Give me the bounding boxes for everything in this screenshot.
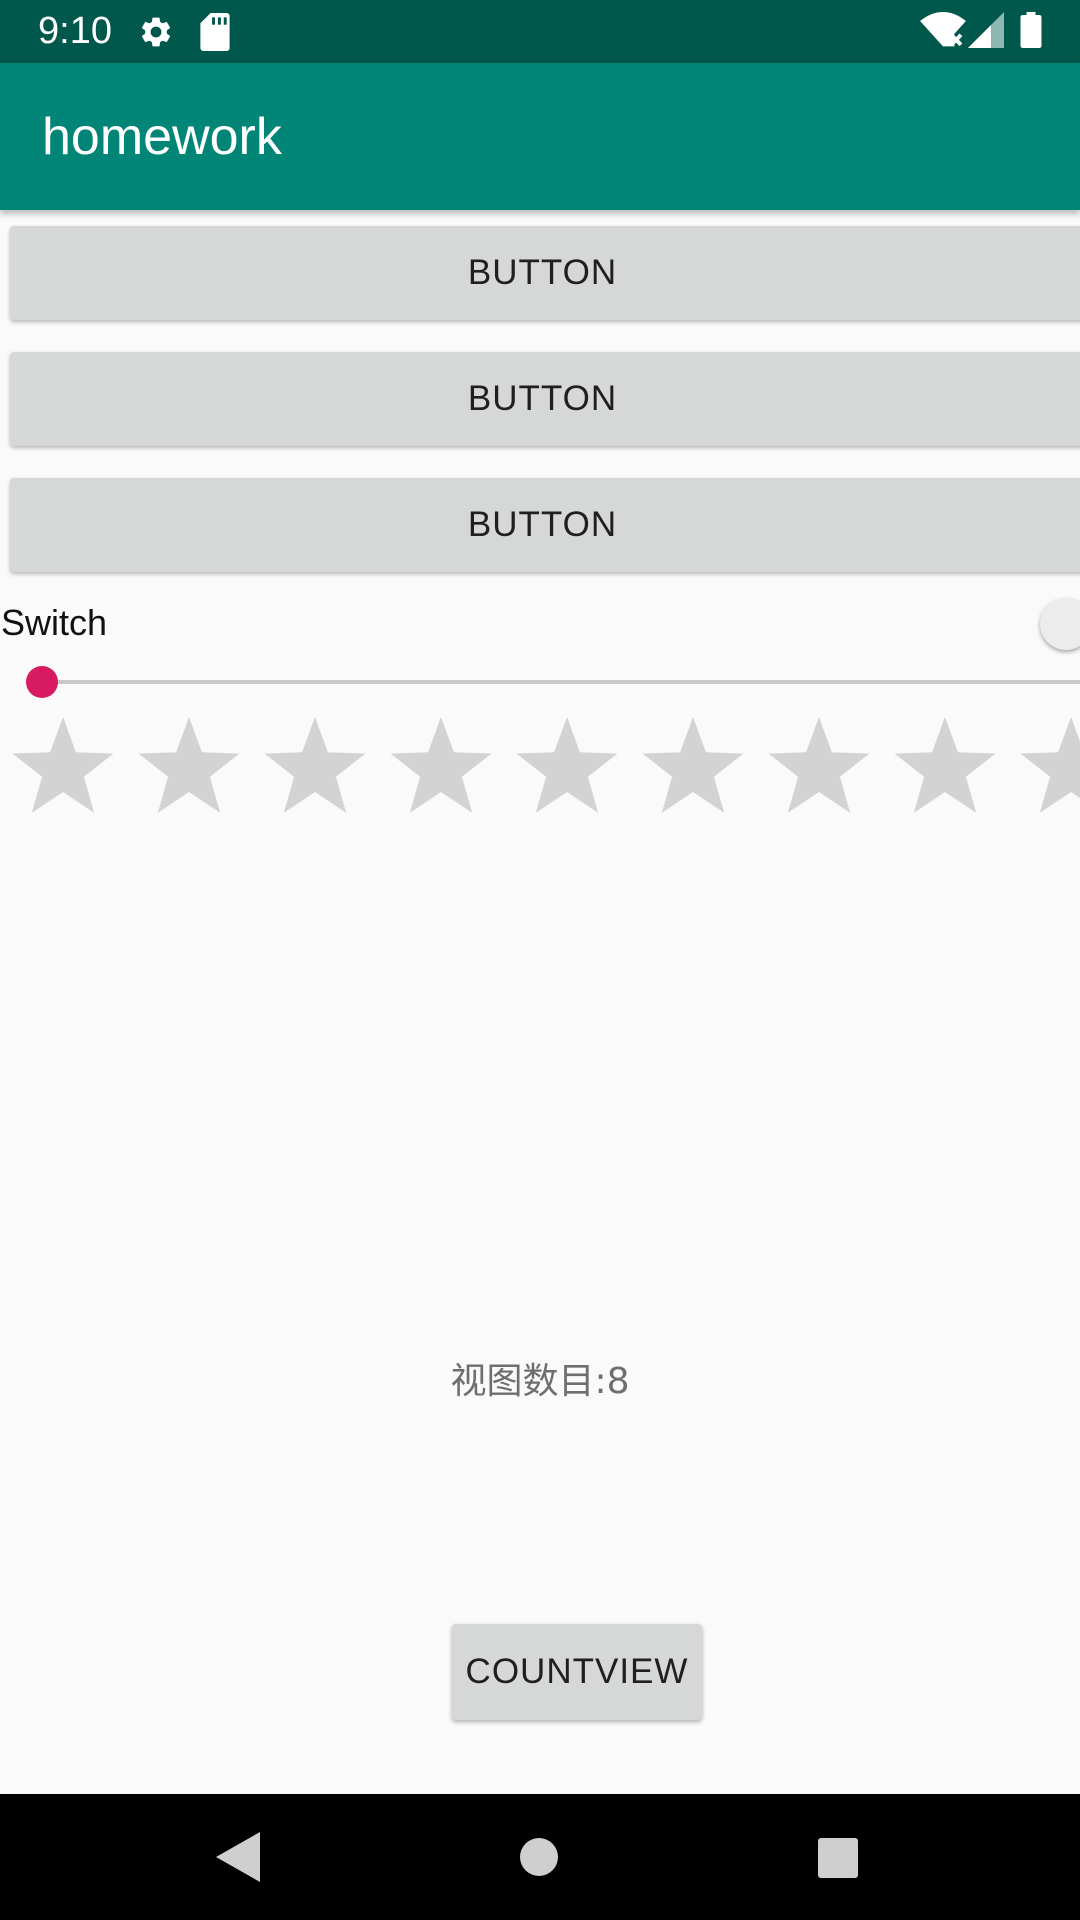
button-2-label: BUTTON xyxy=(467,379,618,418)
status-bar: 9:10 xyxy=(0,0,1080,63)
app-bar: homework xyxy=(0,63,1080,210)
seekbar-track[interactable] xyxy=(42,680,1080,684)
recents-icon[interactable] xyxy=(818,1838,858,1878)
signal-icon xyxy=(968,12,1004,48)
star-icon[interactable] xyxy=(138,717,240,813)
countview-button[interactable]: COUNTVIEW xyxy=(452,1624,702,1720)
button-1-label: BUTTON xyxy=(467,253,618,292)
star-icon[interactable] xyxy=(1020,717,1080,813)
star-icon[interactable] xyxy=(390,717,492,813)
app-title: homework xyxy=(42,108,282,166)
home-icon[interactable] xyxy=(520,1838,558,1876)
status-time: 9:10 xyxy=(38,10,112,52)
button-3-label: BUTTON xyxy=(467,505,618,544)
star-icon[interactable] xyxy=(12,717,114,813)
star-icon[interactable] xyxy=(642,717,744,813)
sd-card-icon xyxy=(200,13,230,51)
switch-label: Switch xyxy=(1,602,108,643)
switch-toggle[interactable] xyxy=(1040,598,1080,650)
wifi-icon xyxy=(920,12,966,47)
battery-icon xyxy=(1020,12,1042,48)
button-1[interactable]: BUTTON xyxy=(10,226,1080,320)
star-icon[interactable] xyxy=(516,717,618,813)
rating-bar[interactable] xyxy=(0,713,1080,823)
countview-button-label: COUNTVIEW xyxy=(465,1652,689,1691)
button-3[interactable]: BUTTON xyxy=(10,478,1080,572)
back-icon[interactable] xyxy=(216,1832,260,1882)
seekbar-thumb[interactable] xyxy=(26,666,58,698)
button-2[interactable]: BUTTON xyxy=(10,352,1080,446)
star-icon[interactable] xyxy=(264,717,366,813)
star-icon[interactable] xyxy=(894,717,996,813)
screen: 9:10 homework BUTTON BUTTON BUTTON Switc… xyxy=(0,0,1080,1920)
navigation-bar xyxy=(0,1794,1080,1920)
view-count-text: 视图数目:8 xyxy=(450,1361,630,1402)
star-icon[interactable] xyxy=(768,717,870,813)
gear-icon xyxy=(141,17,171,47)
